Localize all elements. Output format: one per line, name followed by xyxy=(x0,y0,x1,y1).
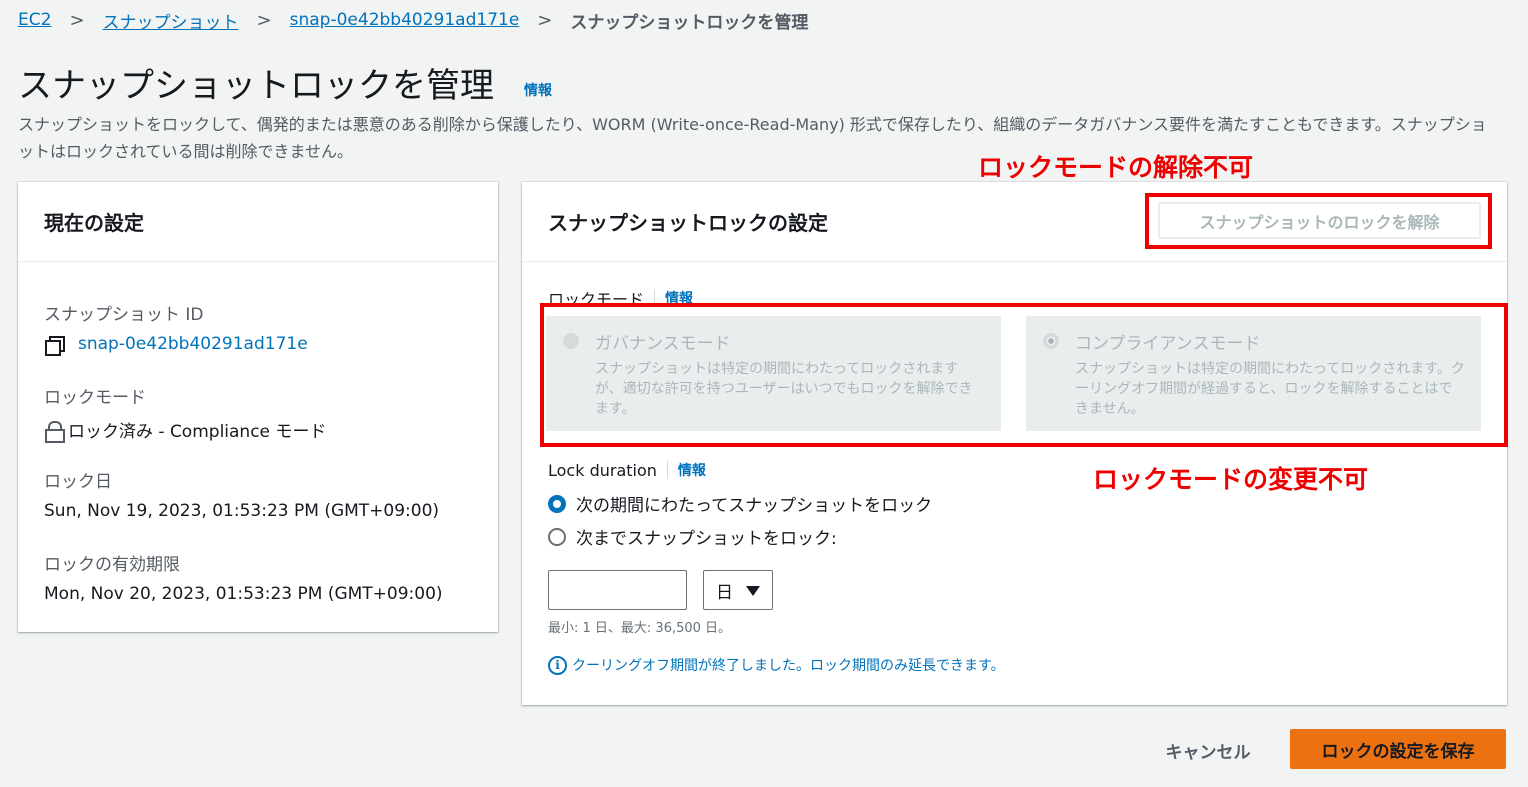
lock-mode-label: ロックモード xyxy=(44,388,146,408)
lock-duration-field-label: Lock duration 情報 xyxy=(548,460,706,480)
caret-down-icon xyxy=(746,586,760,596)
chevron-right-icon: > xyxy=(256,9,272,31)
lock-mode-text: ロック済み - Compliance モード xyxy=(68,422,327,442)
lock-date-value: Sun, Nov 19, 2023, 01:53:23 PM (GMT+09:0… xyxy=(44,501,440,521)
snapshot-id-field: スナップショット ID snap-0e42bb40291ad171e xyxy=(44,300,308,356)
duration-option-until[interactable]: 次までスナップショットをロック: xyxy=(548,524,837,549)
breadcrumb: EC2 > スナップショット > snap-0e42bb40291ad171e … xyxy=(18,8,809,33)
lock-mode-field: ロックモード ロック済み - Compliance モード xyxy=(44,383,327,443)
page-title: スナップショットロックを管理 xyxy=(18,66,494,106)
duration-period-radio[interactable] xyxy=(548,494,566,513)
annotation-box-unlock xyxy=(1145,193,1492,249)
cooling-off-info-text: クーリングオフ期間が終了しました。ロック期間のみ延長できます。 xyxy=(572,658,1005,674)
annotation-box-modes xyxy=(540,303,1508,447)
label-divider xyxy=(666,461,668,479)
chevron-right-icon: > xyxy=(69,9,85,31)
chevron-right-icon: > xyxy=(537,9,553,31)
duration-unit-value: 日 xyxy=(716,582,733,603)
duration-option-period[interactable]: 次の期間にわたってスナップショットをロック xyxy=(548,491,932,516)
breadcrumb-ec2-link[interactable]: EC2 xyxy=(18,10,51,30)
page-info-link[interactable]: 情報 xyxy=(524,80,552,100)
page-description: スナップショットをロックして、偶発的または悪意のある削除から保護したり、WORM… xyxy=(18,115,1487,161)
cooling-off-info-message: i クーリングオフ期間が終了しました。ロック期間のみ延長できます。 xyxy=(548,655,1005,675)
duration-until-label: 次までスナップショットをロック: xyxy=(576,529,837,549)
lock-date-field: ロック日 Sun, Nov 19, 2023, 01:53:23 PM (GMT… xyxy=(44,467,439,521)
duration-constraint-text: 最小: 1 日、最大: 36,500 日。 xyxy=(548,621,732,636)
lock-settings-title: スナップショットロックの設定 xyxy=(548,211,828,235)
current-settings-title: 現在の設定 xyxy=(44,211,144,235)
breadcrumb-snapshots-link[interactable]: スナップショット xyxy=(103,8,239,33)
duration-until-radio[interactable] xyxy=(548,527,566,546)
lock-duration-info-link[interactable]: 情報 xyxy=(678,460,706,480)
breadcrumb-snapshot-link[interactable]: snap-0e42bb40291ad171e xyxy=(290,10,520,30)
lock-expiry-value: Mon, Nov 20, 2023, 01:53:23 PM (GMT+09:0… xyxy=(44,584,443,604)
lock-icon xyxy=(44,420,65,443)
copy-icon[interactable] xyxy=(44,334,65,356)
duration-input[interactable] xyxy=(548,570,687,610)
lock-duration-label-text: Lock duration xyxy=(548,460,657,480)
lock-date-label: ロック日 xyxy=(44,472,112,492)
lock-expiry-label: ロックの有効期限 xyxy=(44,555,180,575)
snapshot-id-label: スナップショット ID xyxy=(44,305,204,325)
cancel-button[interactable]: キャンセル xyxy=(1148,732,1268,768)
duration-period-label: 次の期間にわたってスナップショットをロック xyxy=(576,496,933,516)
lock-expiry-field: ロックの有効期限 Mon, Nov 20, 2023, 01:53:23 PM … xyxy=(44,550,443,604)
info-icon: i xyxy=(548,655,567,675)
current-settings-header: 現在の設定 xyxy=(18,182,498,262)
lock-mode-value: ロック済み - Compliance モード xyxy=(44,417,327,443)
annotation-mode-locked: ロックモードの変更不可 xyxy=(1093,465,1369,494)
annotation-unlock-disabled: ロックモードの解除不可 xyxy=(978,153,1254,182)
current-settings-panel: 現在の設定 スナップショット ID snap-0e42bb40291ad171e… xyxy=(18,182,498,632)
breadcrumb-current: スナップショットロックを管理 xyxy=(570,12,809,33)
snapshot-id-link[interactable]: snap-0e42bb40291ad171e xyxy=(78,334,308,354)
save-lock-settings-button[interactable]: ロックの設定を保存 xyxy=(1290,729,1506,769)
snapshot-id-value: snap-0e42bb40291ad171e xyxy=(44,334,308,356)
duration-unit-select[interactable]: 日 xyxy=(703,570,773,610)
